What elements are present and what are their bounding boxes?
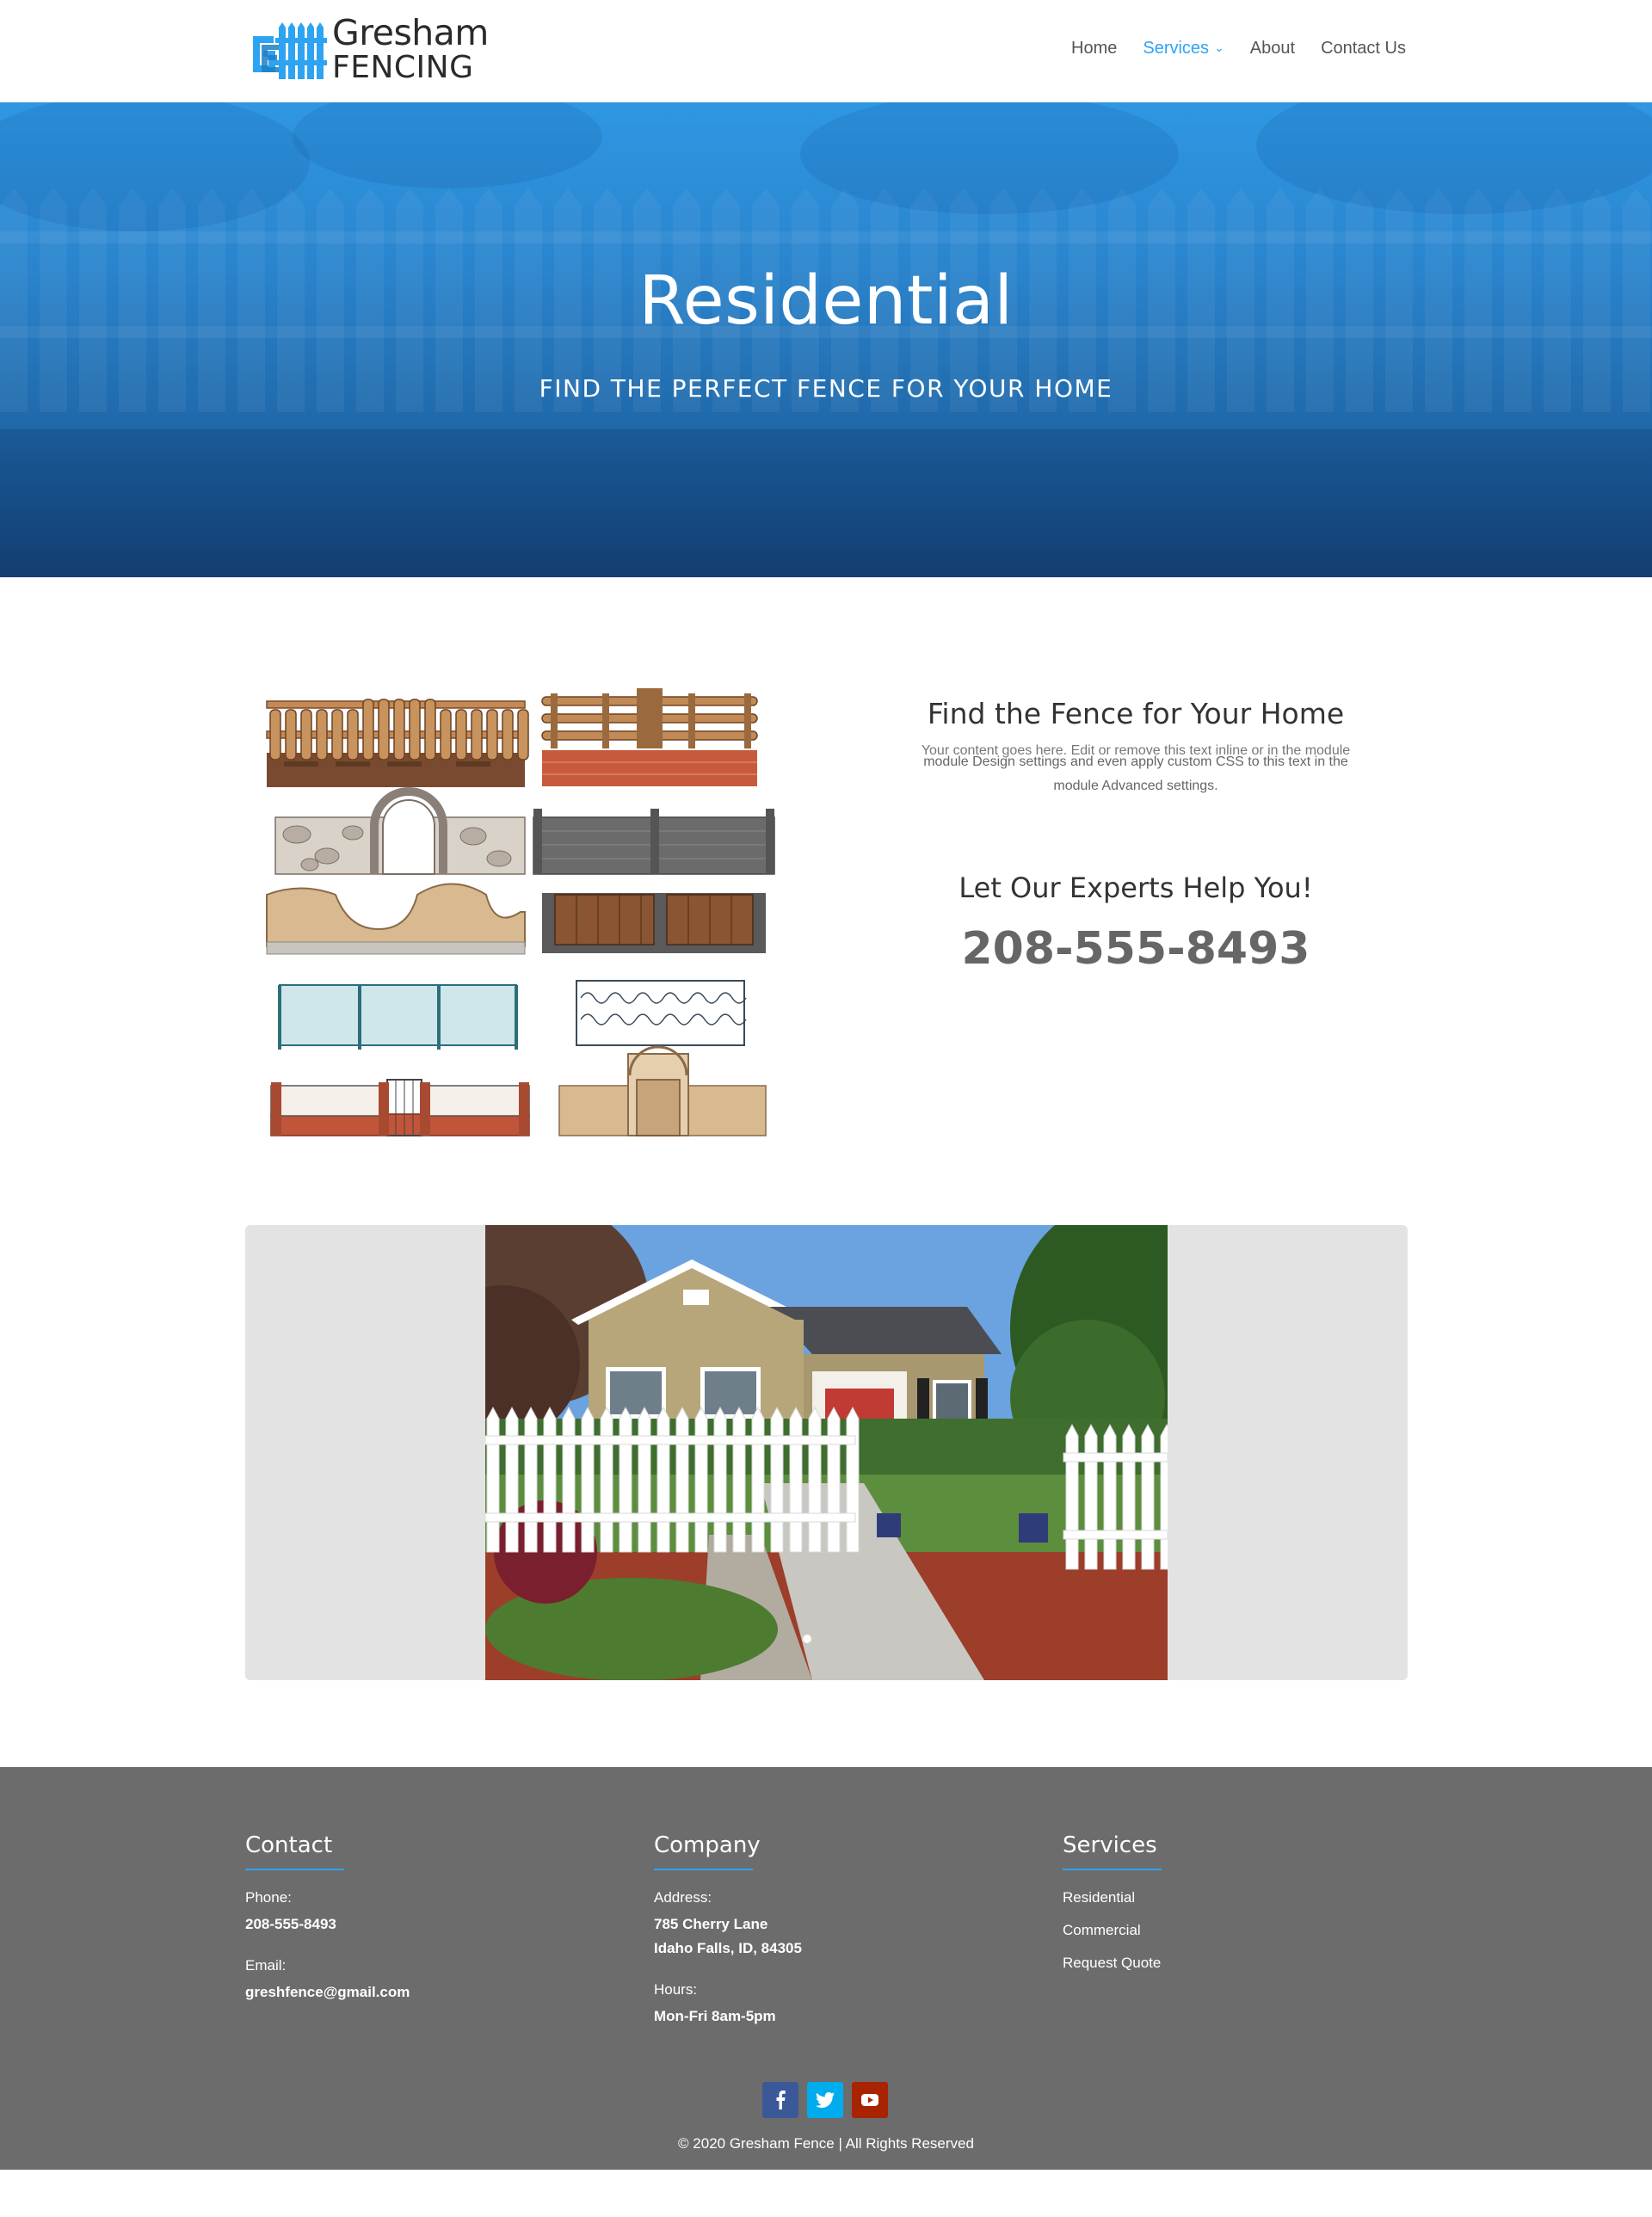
logo-text-fencing: FENCING bbox=[332, 50, 474, 85]
phone-label: Phone: bbox=[245, 1889, 292, 1906]
nav-services-label: Services bbox=[1143, 39, 1210, 58]
page-subtitle: FIND THE PERFECT FENCE FOR YOUR HOME bbox=[539, 374, 1113, 403]
site-header: Gresham FENCING Home Services ⌄ About Con… bbox=[0, 0, 1652, 102]
footer-phone[interactable]: 208-555-8493 bbox=[245, 1916, 410, 1933]
main-nav: Home Services ⌄ About Contact Us bbox=[1045, 39, 1406, 59]
footer-contact-heading: Contact bbox=[245, 1832, 333, 1858]
footer-services-heading: Services bbox=[1063, 1832, 1157, 1858]
address-label: Address: bbox=[654, 1889, 712, 1906]
heading-underline bbox=[1063, 1869, 1162, 1870]
hero-banner: Residential FIND THE PERFECT FENCE FOR Y… bbox=[0, 102, 1652, 577]
social-links bbox=[762, 2082, 888, 2118]
phone-number-large[interactable]: 208-555-8493 bbox=[869, 923, 1402, 975]
facebook-icon[interactable] bbox=[762, 2082, 798, 2118]
site-footer: Contact Phone: 208-555-8493 Email: gresh… bbox=[0, 1767, 1652, 2170]
footer-contact: Contact Phone: 208-555-8493 Email: gresh… bbox=[245, 1832, 410, 2001]
logo-fence-icon bbox=[250, 19, 329, 81]
cta-column: Find the Fence for Your Home Your conten… bbox=[869, 680, 1402, 975]
footer-services: Services Residential Commercial Request … bbox=[1063, 1832, 1162, 1972]
address-line1: 785 Cherry Lane bbox=[654, 1916, 768, 1932]
footer-company: Company Address: 785 Cherry Lane Idaho F… bbox=[654, 1832, 802, 2025]
site-logo[interactable]: Gresham FENCING bbox=[250, 15, 489, 83]
footer-link-commercial[interactable]: Commercial bbox=[1063, 1922, 1162, 1939]
nav-home[interactable]: Home bbox=[1071, 39, 1117, 59]
hours-value: Mon-Fri 8am-5pm bbox=[654, 2008, 776, 2024]
footer-email[interactable]: greshfence@gmail.com bbox=[245, 1984, 410, 2001]
chevron-down-icon: ⌄ bbox=[1214, 40, 1224, 54]
find-fence-body-line2: module Advanced settings. bbox=[1053, 779, 1218, 793]
footer-link-request-quote[interactable]: Request Quote bbox=[1063, 1955, 1162, 1972]
hero-background-image bbox=[0, 102, 1652, 577]
fence-styles-illustration bbox=[258, 688, 783, 1144]
footer-link-residential[interactable]: Residential bbox=[1063, 1889, 1162, 1906]
slider-house-photo bbox=[425, 1225, 1234, 1680]
heading-underline bbox=[245, 1869, 344, 1870]
slider-dot[interactable] bbox=[803, 1635, 811, 1643]
footer-company-heading: Company bbox=[654, 1832, 761, 1858]
image-slider bbox=[245, 1225, 1408, 1680]
nav-contact-us[interactable]: Contact Us bbox=[1321, 39, 1406, 59]
nav-services[interactable]: Services ⌄ bbox=[1143, 39, 1224, 59]
find-fence-body-line1: module Design settings and even apply cu… bbox=[923, 754, 1348, 769]
nav-about[interactable]: About bbox=[1250, 39, 1295, 59]
hours-label: Hours: bbox=[654, 1981, 698, 1998]
youtube-icon[interactable] bbox=[852, 2082, 888, 2118]
logo-text-gresham: Gresham bbox=[332, 12, 489, 53]
copyright-text: © 2020 Gresham Fence | All Rights Reserv… bbox=[678, 2135, 974, 2152]
email-label: Email: bbox=[245, 1957, 287, 1974]
twitter-icon[interactable] bbox=[807, 2082, 843, 2118]
page-title: Residential bbox=[638, 262, 1014, 340]
find-fence-body: Your content goes here. Edit or remove t… bbox=[869, 742, 1402, 794]
heading-underline bbox=[654, 1869, 753, 1870]
experts-heading: Let Our Experts Help You! bbox=[959, 871, 1313, 904]
find-fence-heading: Find the Fence for Your Home bbox=[927, 697, 1345, 730]
address-line2: Idaho Falls, ID, 84305 bbox=[654, 1940, 802, 1956]
